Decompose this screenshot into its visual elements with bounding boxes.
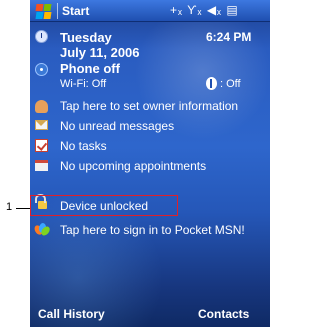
msn-signin-label: Tap here to sign in to Pocket MSN! xyxy=(60,223,245,237)
phone-icon xyxy=(35,63,48,76)
date-day: Tuesday xyxy=(60,30,112,45)
date-time-item[interactable]: Tuesday July 11, 2006 6:24 PM xyxy=(30,24,270,60)
message-icon xyxy=(35,120,48,130)
call-history-softkey[interactable]: Call History xyxy=(38,307,105,321)
task-icon xyxy=(35,139,48,152)
softkey-bar: Call History Contacts xyxy=(30,299,270,327)
phone-status: Phone off xyxy=(60,61,120,76)
title-separator xyxy=(57,2,58,19)
appointments-label: No upcoming appointments xyxy=(60,159,207,173)
appointments-item[interactable]: No upcoming appointments xyxy=(30,157,270,177)
status-icons[interactable]: +ₓ Ƴₓ ◀ₓ ▤ xyxy=(170,3,239,17)
owner-info-label: Tap here to set owner information xyxy=(60,99,239,113)
clock-icon xyxy=(35,30,48,43)
start-title[interactable]: Start xyxy=(62,4,89,18)
tasks-item[interactable]: No tasks xyxy=(30,137,270,157)
phone-status-item[interactable]: Phone off Wi-Fi: Off : Off xyxy=(30,58,270,92)
messages-label: No unread messages xyxy=(60,119,175,133)
owner-icon xyxy=(35,100,48,113)
windows-start-flag-icon[interactable] xyxy=(33,2,53,20)
wifi-status: Wi-Fi: Off xyxy=(60,78,107,90)
callout-number: 1 xyxy=(6,201,13,213)
msn-butterfly-icon xyxy=(32,222,52,238)
contacts-softkey[interactable]: Contacts xyxy=(198,307,249,321)
title-bar: Start +ₓ Ƴₓ ◀ₓ ▤ xyxy=(30,0,270,22)
device-screen: Start +ₓ Ƴₓ ◀ₓ ▤ Tuesday July 11, 2006 6… xyxy=(30,0,270,327)
owner-info-item[interactable]: Tap here to set owner information xyxy=(30,97,270,117)
messages-item[interactable]: No unread messages xyxy=(30,117,270,137)
clock-time: 6:24 PM xyxy=(206,30,252,44)
bluetooth-icon xyxy=(206,77,217,90)
tasks-label: No tasks xyxy=(60,139,107,153)
msn-signin-item[interactable]: Tap here to sign in to Pocket MSN! xyxy=(30,221,270,241)
device-unlocked-highlight xyxy=(30,195,178,216)
bluetooth-status: : Off xyxy=(220,78,241,90)
callout-leader-line xyxy=(16,208,30,209)
calendar-icon xyxy=(35,160,48,171)
